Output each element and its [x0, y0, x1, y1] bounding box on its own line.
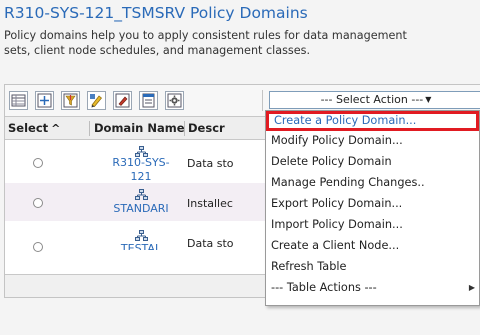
menu-item-create-client-node[interactable]: Create a Client Node... — [266, 236, 479, 256]
page-description: Policy domains help you to apply consist… — [4, 28, 480, 58]
menu-item-delete-policy-domain[interactable]: Delete Policy Domain — [266, 152, 479, 172]
menu-item-create-policy-domain[interactable]: Create a Policy Domain... — [266, 111, 479, 131]
edit-icon[interactable] — [113, 91, 132, 110]
menu-item-refresh-table[interactable]: Refresh Table — [266, 257, 479, 277]
domain-description: Data sto — [187, 157, 234, 170]
edit-sort-icon[interactable] — [87, 91, 106, 110]
menu-item-modify-policy-domain[interactable]: Modify Policy Domain... — [266, 131, 479, 151]
domain-name-link[interactable]: TESTAL — [103, 242, 179, 250]
column-divider[interactable] — [89, 121, 90, 136]
description-line-1: Policy domains help you to apply consist… — [4, 29, 407, 42]
filter-icon[interactable] — [61, 91, 80, 110]
column-label: Domain Name — [94, 121, 185, 135]
row-select-radio[interactable] — [33, 198, 43, 208]
domain-description: Data sto — [187, 237, 234, 250]
menu-item-manage-pending-changes[interactable]: Manage Pending Changes.. — [266, 173, 479, 193]
select-action-dropdown[interactable]: --- Select Action --- ▼ — [269, 91, 480, 109]
sort-icon[interactable]: ^ — [51, 122, 60, 135]
column-label: Descr — [188, 121, 225, 135]
domain-name-link[interactable]: STANDARI — [103, 202, 179, 216]
column-header-description[interactable]: Descr — [188, 117, 268, 139]
expand-icon[interactable] — [35, 91, 54, 110]
row-select-radio[interactable] — [33, 242, 43, 252]
column-label: Select — [8, 121, 49, 135]
table-edit-icon[interactable] — [139, 91, 158, 110]
select-action-label: --- Select Action --- — [320, 93, 424, 106]
domain-description: Installec — [187, 197, 233, 210]
column-divider[interactable] — [184, 121, 185, 136]
column-header-select[interactable]: Select ^ — [8, 117, 88, 139]
domain-name-link[interactable]: R310-SYS-121 — [103, 156, 179, 184]
page-title: R310-SYS-121_TSMSRV Policy Domains — [4, 4, 308, 22]
chevron-down-icon: ▼ — [425, 95, 432, 104]
menu-item-import-policy-domain[interactable]: Import Policy Domain... — [266, 215, 479, 235]
menu-item-table-actions[interactable]: --- Table Actions --- ▶ — [266, 278, 479, 298]
row-select-radio[interactable] — [33, 158, 43, 168]
menu-item-export-policy-domain[interactable]: Export Policy Domain... — [266, 194, 479, 214]
table-actions-label: --- Table Actions --- — [271, 281, 377, 294]
toolbar-separator — [262, 90, 263, 111]
table-icon[interactable] — [9, 91, 28, 110]
column-header-domain-name[interactable]: Domain Name^ — [94, 117, 186, 139]
submenu-arrow-icon: ▶ — [468, 283, 475, 292]
select-action-menu: Create a Policy Domain... Modify Policy … — [265, 110, 480, 306]
description-line-2: sets, client node schedules, and managem… — [4, 44, 311, 57]
settings-icon[interactable] — [165, 91, 184, 110]
